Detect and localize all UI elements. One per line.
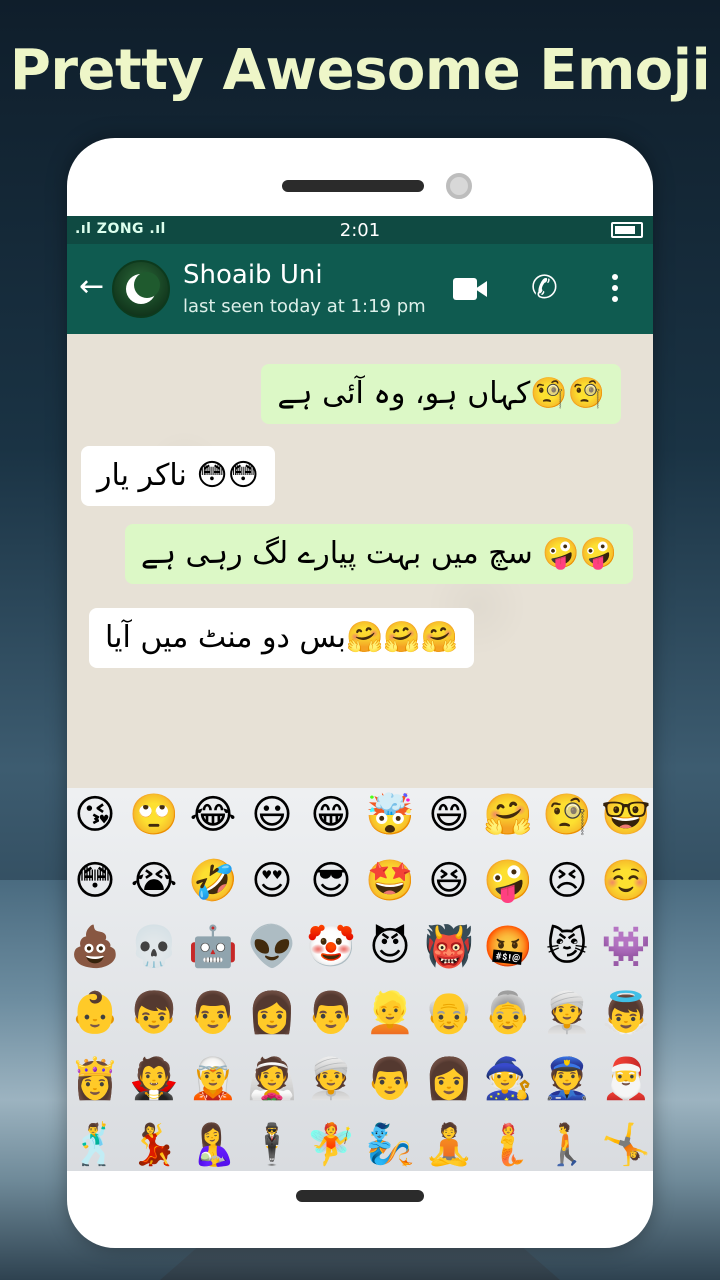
emoji-key[interactable]: 💀 bbox=[129, 922, 179, 972]
emoji-key[interactable]: 👽 bbox=[247, 922, 297, 972]
promo-title: Pretty Awesome Emoji bbox=[9, 38, 711, 103]
emoji-key[interactable]: 👨 bbox=[365, 1054, 415, 1104]
status-bar: .ıl ZONG .ıl 2:01 bbox=[67, 216, 653, 244]
emoji-key[interactable]: 🧛 bbox=[129, 1054, 179, 1104]
emoji-key[interactable]: 😄 bbox=[424, 790, 474, 840]
emoji-key[interactable]: 👩 bbox=[247, 988, 297, 1038]
emoji-key[interactable]: 👵 bbox=[483, 988, 533, 1038]
emoji-key[interactable]: 👱 bbox=[365, 988, 415, 1038]
emoji-key[interactable]: 🙄 bbox=[129, 790, 179, 840]
emoji-key[interactable]: 😭 bbox=[129, 856, 179, 906]
emoji-key[interactable]: 😈 bbox=[365, 922, 415, 972]
emoji-key[interactable]: ☺️ bbox=[601, 856, 651, 906]
emoji-key[interactable]: 👳 bbox=[542, 988, 592, 1038]
emoji-key[interactable]: 👨 bbox=[188, 988, 238, 1038]
emoji-key[interactable]: 🧚 bbox=[306, 1120, 356, 1170]
emoji-key[interactable]: 🎅 bbox=[601, 1054, 651, 1104]
phone-speaker bbox=[282, 180, 424, 192]
contact-name[interactable]: Shoaib Uni bbox=[183, 260, 323, 290]
emoji-key[interactable]: 🧝 bbox=[188, 1054, 238, 1104]
phone-call-icon[interactable]: ✆ bbox=[531, 270, 558, 304]
emoji-key[interactable]: 👹 bbox=[424, 922, 474, 972]
last-seen-status: last seen today at 1:19 pm bbox=[183, 296, 426, 317]
emoji-key[interactable]: 😼 bbox=[542, 922, 592, 972]
emoji-key[interactable]: 👾 bbox=[601, 922, 651, 972]
emoji-key[interactable]: 🤱 bbox=[188, 1120, 238, 1170]
emoji-keyboard: 😘 🙄 😂 😃 😁 🤯 😄 🤗 🧐 🤓 😳 😭 🤣 😍 😎 🤩 😆 🤪 😣 ☺️ 💩 💀 🤖 👽 🤡 😈 👹 🤬 😼 👾 👶 👦 👨 👩 👨 👱 👴 👵 👳… bbox=[67, 788, 653, 1171]
emoji-key[interactable]: 🤸 bbox=[601, 1120, 651, 1170]
emoji-key[interactable]: 😃 bbox=[247, 790, 297, 840]
emoji-key[interactable]: 👨 bbox=[306, 988, 356, 1038]
emoji-key[interactable]: 👦 bbox=[129, 988, 179, 1038]
emoji-row: 🕺 💃 🤱 🕴 🧚 🧞 🧘 🧜 🚶 🤸 bbox=[67, 1120, 653, 1171]
emoji-key[interactable]: 🧙 bbox=[483, 1054, 533, 1104]
emoji-key[interactable]: 👮 bbox=[542, 1054, 592, 1104]
emoji-key[interactable]: 👼 bbox=[601, 988, 651, 1038]
emoji-key[interactable]: 😘 bbox=[70, 790, 120, 840]
avatar[interactable] bbox=[112, 260, 170, 318]
back-arrow-icon[interactable]: ← bbox=[79, 272, 104, 302]
emoji-key[interactable]: 🤗 bbox=[483, 790, 533, 840]
message-bubble-outgoing[interactable]: کہاں ہو، وہ آئی ہے🧐🧐 bbox=[261, 364, 621, 424]
emoji-row: 😘 🙄 😂 😃 😁 🤯 😄 🤗 🧐 🤓 bbox=[67, 790, 653, 850]
emoji-key[interactable]: 💃 bbox=[129, 1120, 179, 1170]
emoji-row: 😳 😭 🤣 😍 😎 🤩 😆 🤪 😣 ☺️ bbox=[67, 856, 653, 916]
message-bubble-incoming[interactable]: بس دو منٹ میں آیا🤗🤗🤗 bbox=[89, 608, 475, 668]
emoji-key[interactable]: 🚶 bbox=[542, 1120, 592, 1170]
emoji-key[interactable]: 🧘 bbox=[424, 1120, 474, 1170]
phone-screen: .ıl ZONG .ıl 2:01 ← Shoaib Uni last seen… bbox=[67, 216, 653, 1171]
emoji-key[interactable]: 🤣 bbox=[188, 856, 238, 906]
emoji-key[interactable]: 🤡 bbox=[306, 922, 356, 972]
emoji-key[interactable]: 🧐 bbox=[542, 790, 592, 840]
emoji-row: 👶 👦 👨 👩 👨 👱 👴 👵 👳 👼 bbox=[67, 988, 653, 1048]
more-dot bbox=[612, 274, 618, 280]
phone-camera bbox=[446, 173, 472, 199]
emoji-key[interactable]: 🤯 bbox=[365, 790, 415, 840]
more-options-icon[interactable] bbox=[612, 274, 618, 307]
message-bubble-incoming[interactable]: ناکر یار 😳😳 bbox=[81, 446, 275, 506]
emoji-key[interactable]: 🕺 bbox=[70, 1120, 120, 1170]
emoji-key[interactable]: 👰 bbox=[247, 1054, 297, 1104]
emoji-key[interactable]: 🧜 bbox=[483, 1120, 533, 1170]
chat-area[interactable]: کہاں ہو، وہ آئی ہے🧐🧐 ناکر یار 😳😳 سچ میں … bbox=[67, 334, 653, 886]
emoji-key[interactable]: 🤬 bbox=[483, 922, 533, 972]
emoji-key[interactable]: 🤖 bbox=[188, 922, 238, 972]
emoji-key[interactable]: 😎 bbox=[306, 856, 356, 906]
message-bubble-outgoing[interactable]: سچ میں بہت پیارے لگ رہی ہے 🤪🤪 bbox=[124, 524, 633, 584]
phone-home-bar bbox=[296, 1190, 424, 1202]
more-dot bbox=[612, 296, 618, 302]
more-dot bbox=[612, 285, 618, 291]
emoji-key[interactable]: 🕴 bbox=[247, 1120, 297, 1170]
emoji-key[interactable]: 👳 bbox=[306, 1054, 356, 1104]
video-call-icon[interactable] bbox=[453, 278, 487, 300]
video-call-icon-lens bbox=[475, 281, 487, 297]
emoji-key[interactable]: 😁 bbox=[306, 790, 356, 840]
emoji-key[interactable]: 🤩 bbox=[365, 856, 415, 906]
emoji-key[interactable]: 😂 bbox=[188, 790, 238, 840]
emoji-key[interactable]: 👩 bbox=[424, 1054, 474, 1104]
emoji-key[interactable]: 🤪 bbox=[483, 856, 533, 906]
emoji-key[interactable]: 😆 bbox=[424, 856, 474, 906]
emoji-key[interactable]: 🤓 bbox=[601, 790, 651, 840]
chat-header: ← Shoaib Uni last seen today at 1:19 pm … bbox=[67, 244, 653, 334]
emoji-key[interactable]: 🧞 bbox=[365, 1120, 415, 1170]
avatar-crescent-cut bbox=[134, 272, 160, 298]
emoji-key[interactable]: 😍 bbox=[247, 856, 297, 906]
emoji-key[interactable]: 😣 bbox=[542, 856, 592, 906]
emoji-row: 💩 💀 🤖 👽 🤡 😈 👹 🤬 😼 👾 bbox=[67, 922, 653, 982]
emoji-key[interactable]: 💩 bbox=[70, 922, 120, 972]
video-call-icon-body bbox=[453, 278, 477, 300]
status-time: 2:01 bbox=[339, 220, 381, 241]
emoji-key[interactable]: 👸 bbox=[70, 1054, 120, 1104]
emoji-key[interactable]: 😳 bbox=[70, 856, 120, 906]
battery-icon bbox=[611, 222, 643, 238]
emoji-key[interactable]: 👶 bbox=[70, 988, 120, 1038]
emoji-key[interactable]: 👴 bbox=[424, 988, 474, 1038]
emoji-row: 👸 🧛 🧝 👰 👳 👨 👩 🧙 👮 🎅 bbox=[67, 1054, 653, 1114]
